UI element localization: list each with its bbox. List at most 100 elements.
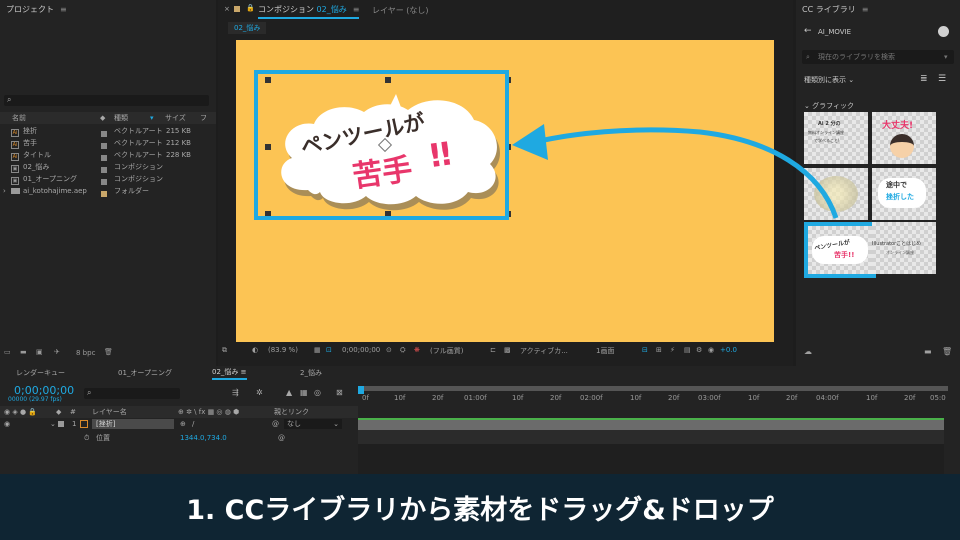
new-library-item-icon[interactable]: ▬ bbox=[924, 347, 932, 356]
tab-2-nayami[interactable]: 2_悩み bbox=[300, 366, 322, 380]
layer-name-field[interactable]: [挫折] bbox=[92, 419, 174, 429]
list-item[interactable]: Ai 挫折 ベクトルアート 215 KB bbox=[0, 125, 216, 137]
playhead[interactable] bbox=[358, 386, 364, 406]
reset-exposure-icon[interactable]: ◉ bbox=[708, 346, 714, 354]
layer-row[interactable]: ◉ ⌄ 1 [挫折] ⊕ / @ なし ⌄ bbox=[0, 418, 358, 430]
tab-composition[interactable]: コンポジション 02_悩み ≡ bbox=[258, 4, 360, 19]
current-time-field[interactable]: 0;00;00;00 bbox=[342, 346, 380, 354]
grid-view-icon[interactable]: ☰ bbox=[938, 74, 946, 84]
column-size[interactable]: サイズ bbox=[165, 112, 186, 124]
always-preview-icon[interactable]: ⧉ bbox=[222, 346, 227, 355]
trash-icon[interactable]: 🗑 bbox=[942, 347, 952, 356]
list-item[interactable]: ▣ 02_悩み コンポジション bbox=[0, 161, 216, 173]
work-area-bar[interactable] bbox=[358, 386, 948, 391]
pickwhip-icon[interactable]: @ bbox=[278, 432, 285, 444]
bpc-label[interactable]: 8 bpc bbox=[76, 349, 95, 357]
section-graphics[interactable]: ⌄ グラフィック bbox=[804, 101, 854, 111]
fast-preview-icon[interactable]: ⚡ bbox=[670, 346, 675, 354]
column-type[interactable]: 種類 bbox=[114, 112, 128, 124]
close-icon[interactable]: × bbox=[224, 5, 230, 13]
back-arrow-icon[interactable]: ← bbox=[804, 26, 812, 36]
interpret-footage-icon[interactable]: ▭ bbox=[4, 348, 11, 356]
mask-visibility-icon[interactable]: ⊡ bbox=[326, 346, 332, 354]
label-column-icon[interactable]: ◆ bbox=[56, 406, 61, 418]
transparency-grid-icon[interactable]: ▩ bbox=[504, 346, 511, 354]
ai-file-icon bbox=[80, 420, 88, 428]
column-parent-link[interactable]: 親とリンク bbox=[274, 406, 309, 418]
property-value[interactable]: 1344.0,734.0 bbox=[180, 432, 227, 444]
panel-menu-icon[interactable]: ≡ bbox=[60, 5, 67, 14]
trash-icon[interactable]: 🗑 bbox=[104, 348, 113, 356]
column-frame[interactable]: フ bbox=[200, 112, 207, 124]
av-features-icon[interactable]: ◉ ◈ ● 🔒 bbox=[4, 406, 37, 418]
motion-blur-icon[interactable]: ◎ bbox=[314, 388, 321, 397]
region-of-interest-icon[interactable]: ⊏ bbox=[490, 346, 496, 354]
color-channel-icon[interactable]: ❋ bbox=[414, 346, 420, 354]
draft-3d-icon[interactable]: ✲ bbox=[256, 388, 263, 397]
project-panel-title[interactable]: プロジェクト ≡ bbox=[6, 4, 67, 15]
list-item[interactable]: › ai_kotohajime.aep フォルダー bbox=[0, 185, 216, 197]
library-graphic-thumb[interactable]: Ai 2 分の 無料オンライン講座 で学べること! bbox=[804, 112, 868, 164]
library-graphic-thumb[interactable]: 大丈夫! bbox=[872, 112, 936, 164]
list-item[interactable]: ▣ 01_オープニング コンポジション bbox=[0, 173, 216, 185]
timeline-search-input[interactable]: ⌕ bbox=[84, 388, 180, 399]
chevron-down-icon[interactable]: ▾ bbox=[944, 50, 948, 64]
tab-layer[interactable]: レイヤー (なし) bbox=[372, 5, 429, 16]
title-action-safe-icon[interactable]: ▦ bbox=[314, 346, 321, 354]
stopwatch-icon[interactable]: ⏱ bbox=[84, 432, 89, 444]
new-composition-icon[interactable]: ▣ bbox=[36, 348, 43, 356]
camera-dropdown[interactable]: アクティブカ... bbox=[520, 346, 568, 356]
show-snapshot-icon[interactable]: ⛭ bbox=[400, 346, 406, 355]
project-search-input[interactable]: ⌕ bbox=[4, 95, 209, 106]
collaborators-icon[interactable] bbox=[938, 26, 949, 37]
3d-glasses-icon[interactable]: ◐ bbox=[252, 346, 258, 354]
expand-arrow-icon[interactable]: ⌄ bbox=[50, 418, 56, 430]
lock-icon[interactable]: 🔒 bbox=[246, 4, 255, 12]
pixel-aspect-icon[interactable]: ⊞ bbox=[656, 346, 662, 354]
library-search-input[interactable]: ⌕ 現在のライブラリを検索 ▾ bbox=[802, 50, 954, 64]
tab-01-opening[interactable]: 01_オープニング bbox=[118, 366, 172, 380]
time-ruler[interactable]: 0f 10f 20f 01:00f 10f 20f 02:00f 10f 20f… bbox=[358, 386, 948, 406]
comp-breadcrumb[interactable]: 02_悩み bbox=[228, 22, 267, 34]
flowchart-icon[interactable]: ✈ bbox=[54, 348, 60, 356]
label-swatch[interactable] bbox=[101, 191, 107, 197]
views-dropdown[interactable]: 1画面 bbox=[596, 346, 614, 356]
number-column[interactable]: # bbox=[70, 406, 76, 418]
tab-02-nayami[interactable]: 02_悩み ≡ bbox=[212, 366, 247, 380]
library-panel-title[interactable]: CC ライブラリ ≡ bbox=[802, 4, 868, 15]
library-graphic-thumb-selected[interactable]: ペンツールが 苦手!! bbox=[804, 222, 876, 278]
column-name[interactable]: 名前 bbox=[12, 112, 26, 124]
tab-render-queue[interactable]: レンダーキュー bbox=[16, 366, 65, 380]
snapshot-icon[interactable]: ⊙ bbox=[386, 346, 392, 354]
parent-dropdown[interactable]: なし ⌄ bbox=[284, 419, 342, 429]
frame-blending-icon[interactable]: ▦ bbox=[300, 388, 308, 397]
resolution-dropdown[interactable]: (フル画質) bbox=[430, 346, 463, 356]
sort-icon[interactable]: ≣ bbox=[920, 74, 928, 84]
library-graphic-thumb[interactable]: 途中で 挫折した bbox=[872, 168, 936, 220]
new-folder-icon[interactable]: ▬ bbox=[20, 348, 27, 356]
column-layer-name[interactable]: レイヤー名 bbox=[92, 406, 127, 418]
graph-editor-icon[interactable]: ⊠ bbox=[336, 388, 343, 397]
shy-icon[interactable]: ▲ bbox=[286, 388, 292, 397]
ai-file-icon: Ai bbox=[11, 129, 19, 137]
view-by-dropdown[interactable]: 種類別に表示 ⌄ bbox=[804, 75, 854, 85]
pickwhip-icon[interactable]: @ bbox=[272, 418, 279, 430]
timeline-icon[interactable]: ▤ bbox=[684, 346, 691, 354]
magnification-dropdown[interactable]: (83.9 %) bbox=[268, 346, 298, 354]
switches-icons[interactable]: ⊕ ✲ \ fx ▦ ◎ ◍ ⬢ bbox=[178, 406, 239, 418]
collapse-switch-icon[interactable]: ⊕ bbox=[180, 418, 186, 430]
library-graphic-thumb[interactable] bbox=[804, 168, 868, 220]
exposure-value[interactable]: +0.0 bbox=[720, 346, 737, 354]
list-item[interactable]: Ai タイトル ベクトルアート 228 KB bbox=[0, 149, 216, 161]
expand-arrow-icon[interactable]: › bbox=[3, 185, 6, 197]
layer-label-swatch[interactable] bbox=[58, 421, 64, 427]
flowchart-icon[interactable]: ⚙ bbox=[696, 346, 702, 354]
comp-mini-flowchart-icon[interactable]: ⇶ bbox=[232, 388, 239, 397]
view-options-icon[interactable]: ⊟ bbox=[642, 346, 648, 354]
list-item[interactable]: Ai 苦手 ベクトルアート 212 KB bbox=[0, 137, 216, 149]
library-graphic-thumb[interactable]: Illustratorことはじめ オンライン講座 bbox=[872, 222, 936, 274]
cloud-icon[interactable]: ☁ bbox=[804, 347, 812, 356]
quality-switch-icon[interactable]: / bbox=[192, 418, 194, 430]
layer-duration-bar[interactable] bbox=[358, 418, 944, 430]
visibility-eye-icon[interactable]: ◉ bbox=[4, 418, 10, 430]
